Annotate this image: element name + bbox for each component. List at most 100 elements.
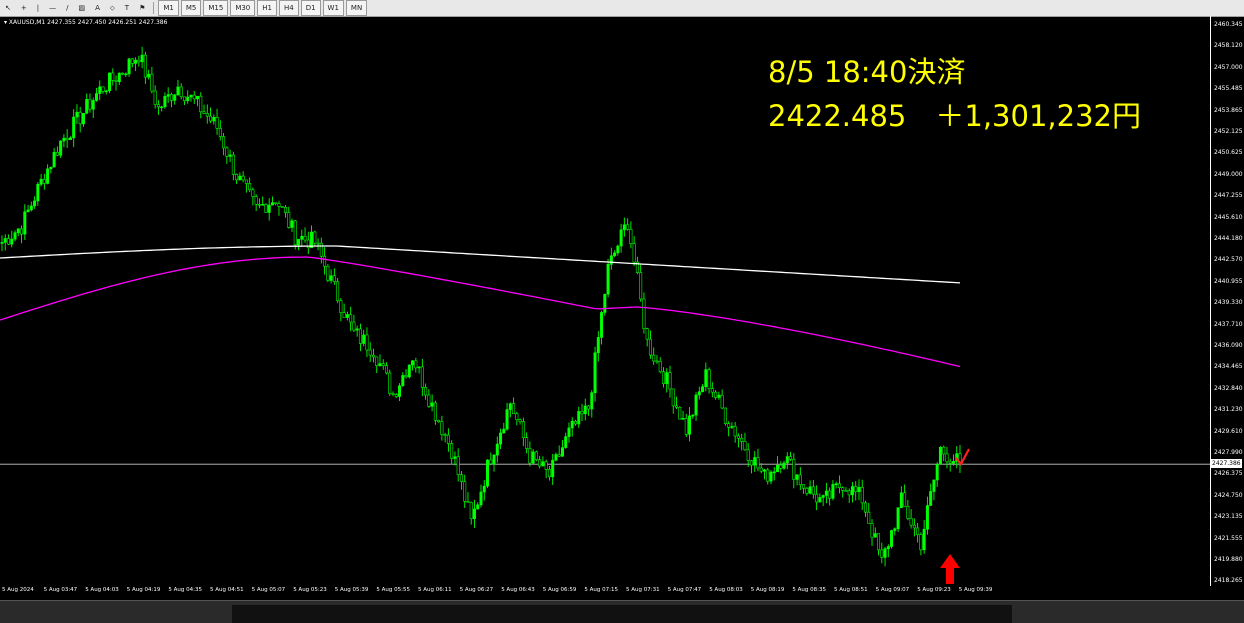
candle — [463, 474, 467, 508]
candle — [753, 451, 757, 472]
candle — [104, 89, 108, 95]
candle — [723, 407, 727, 426]
candle — [857, 479, 861, 501]
candle — [287, 206, 291, 229]
candle — [492, 454, 496, 472]
candle — [143, 51, 147, 85]
candle — [446, 428, 450, 452]
candle — [798, 467, 802, 491]
candle — [231, 151, 235, 181]
price-tick-label: 2426.375 — [1214, 470, 1243, 478]
candle — [472, 499, 476, 528]
candle — [867, 502, 871, 524]
candle — [802, 484, 806, 494]
candle — [622, 217, 626, 237]
candle — [648, 330, 652, 359]
candle — [531, 449, 535, 465]
candle — [912, 518, 916, 537]
tool-button-9[interactable]: ⚑ — [134, 0, 150, 16]
candle — [212, 114, 216, 125]
candle — [169, 92, 173, 108]
candle — [603, 293, 607, 316]
candle — [577, 406, 581, 428]
tool-button-5[interactable]: ▨ — [73, 0, 90, 16]
tool-button-4[interactable]: / — [61, 0, 73, 16]
candle — [81, 113, 85, 127]
timeframe-w1[interactable]: W1 — [322, 0, 344, 16]
candle — [303, 227, 307, 243]
candle — [580, 403, 584, 421]
candle — [42, 173, 46, 190]
candle — [140, 46, 144, 69]
timeframe-mn[interactable]: MN — [345, 0, 368, 16]
symbol-info: ▾ XAUUSD,M1 2427.355 2427.450 2426.251 2… — [4, 19, 168, 26]
tool-button-6[interactable]: A — [90, 0, 105, 16]
tool-button-0[interactable]: ↖ — [0, 0, 16, 16]
candle — [505, 402, 509, 431]
candle — [691, 414, 695, 419]
candle — [160, 105, 164, 112]
candle — [189, 94, 193, 102]
candle — [166, 87, 170, 103]
candle — [759, 463, 763, 474]
tool-button-7[interactable]: ⬦ — [105, 0, 120, 16]
candle — [280, 206, 284, 208]
candle — [381, 359, 385, 370]
candle — [922, 519, 926, 554]
timeframe-m30[interactable]: M30 — [230, 0, 256, 16]
candle — [368, 342, 372, 363]
candle — [919, 532, 923, 556]
candle — [508, 402, 512, 418]
timeframe-m15[interactable]: M15 — [203, 0, 229, 16]
time-axis[interactable]: 5 Aug 2024 5 Aug 03:47 5 Aug 04:03 5 Aug 04… — [0, 586, 1210, 600]
tool-button-8[interactable]: T — [120, 0, 134, 16]
price-axis[interactable]: 2460.345 2458.120 2457.000 2455.485 2453.865… — [1211, 16, 1244, 586]
candle — [903, 484, 907, 507]
tool-button-2[interactable]: | — [32, 0, 44, 16]
candle — [955, 446, 959, 469]
candle — [613, 250, 617, 258]
timeframe-m5[interactable]: M5 — [180, 0, 202, 16]
time-tick-label: 5 Aug 08:19 — [750, 587, 785, 593]
candle — [218, 120, 222, 141]
candle — [658, 357, 662, 374]
candle — [681, 410, 685, 420]
price-tick-label: 2421.555 — [1214, 534, 1243, 542]
timeframe-m1[interactable]: M1 — [158, 0, 179, 16]
candle — [489, 452, 493, 466]
candle — [13, 230, 17, 242]
candle — [274, 202, 278, 206]
candle — [525, 432, 529, 454]
candle — [909, 509, 913, 529]
timeframe-h1[interactable]: H1 — [257, 0, 277, 16]
candle — [688, 407, 692, 442]
candle — [792, 453, 796, 489]
candle — [3, 234, 7, 251]
timeframe-d1[interactable]: D1 — [300, 0, 321, 16]
candle — [134, 57, 138, 72]
candle — [547, 466, 551, 481]
candle — [323, 247, 327, 275]
candle — [306, 231, 310, 254]
candle — [544, 459, 548, 479]
candle — [600, 310, 604, 345]
tool-button-3[interactable]: — — [44, 0, 61, 16]
candle — [290, 218, 294, 232]
candle — [502, 422, 506, 434]
timeframe-h4[interactable]: H4 — [278, 0, 299, 16]
candle — [935, 462, 939, 488]
candle — [182, 96, 186, 105]
candle — [808, 480, 812, 495]
candle — [59, 140, 63, 159]
tool-button-1[interactable]: + — [16, 0, 32, 16]
candle — [661, 367, 665, 388]
candle — [88, 93, 92, 113]
candle — [456, 448, 460, 482]
time-tick-label: 5 Aug 05:39 — [334, 587, 369, 593]
candle — [789, 451, 793, 461]
candle — [267, 198, 271, 221]
time-tick-label: 5 Aug 06:11 — [418, 587, 452, 593]
candle — [958, 445, 962, 473]
candle — [860, 479, 864, 511]
candle — [358, 323, 362, 352]
